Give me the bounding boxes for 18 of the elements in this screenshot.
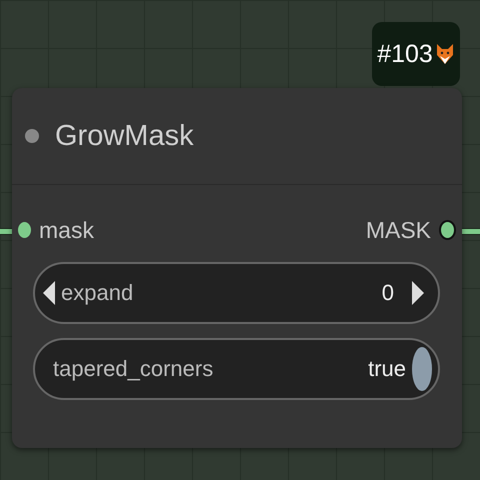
fox-icon: [434, 43, 455, 65]
link-wire: [460, 228, 480, 235]
number-widget[interactable]: expand 0: [33, 262, 440, 324]
output-label: MASK: [366, 216, 431, 244]
node-title: GrowMask: [55, 120, 194, 152]
toggle-widget[interactable]: tapered_corners true: [33, 338, 440, 400]
widget-value: 0: [382, 280, 394, 306]
decrement-arrow-icon[interactable]: [43, 281, 55, 305]
widget-label: tapered_corners: [53, 356, 214, 382]
input-slot-dot[interactable]: [18, 222, 31, 238]
output-slot-dot[interactable]: [439, 220, 456, 240]
node-id: #103: [377, 40, 433, 68]
toggle-knob[interactable]: [412, 347, 432, 391]
widget-value: true: [368, 356, 406, 382]
widget-label: expand: [61, 280, 134, 306]
increment-arrow-icon[interactable]: [412, 281, 424, 305]
input-label: mask: [39, 216, 94, 244]
collapse-dot-icon[interactable]: [25, 129, 39, 143]
